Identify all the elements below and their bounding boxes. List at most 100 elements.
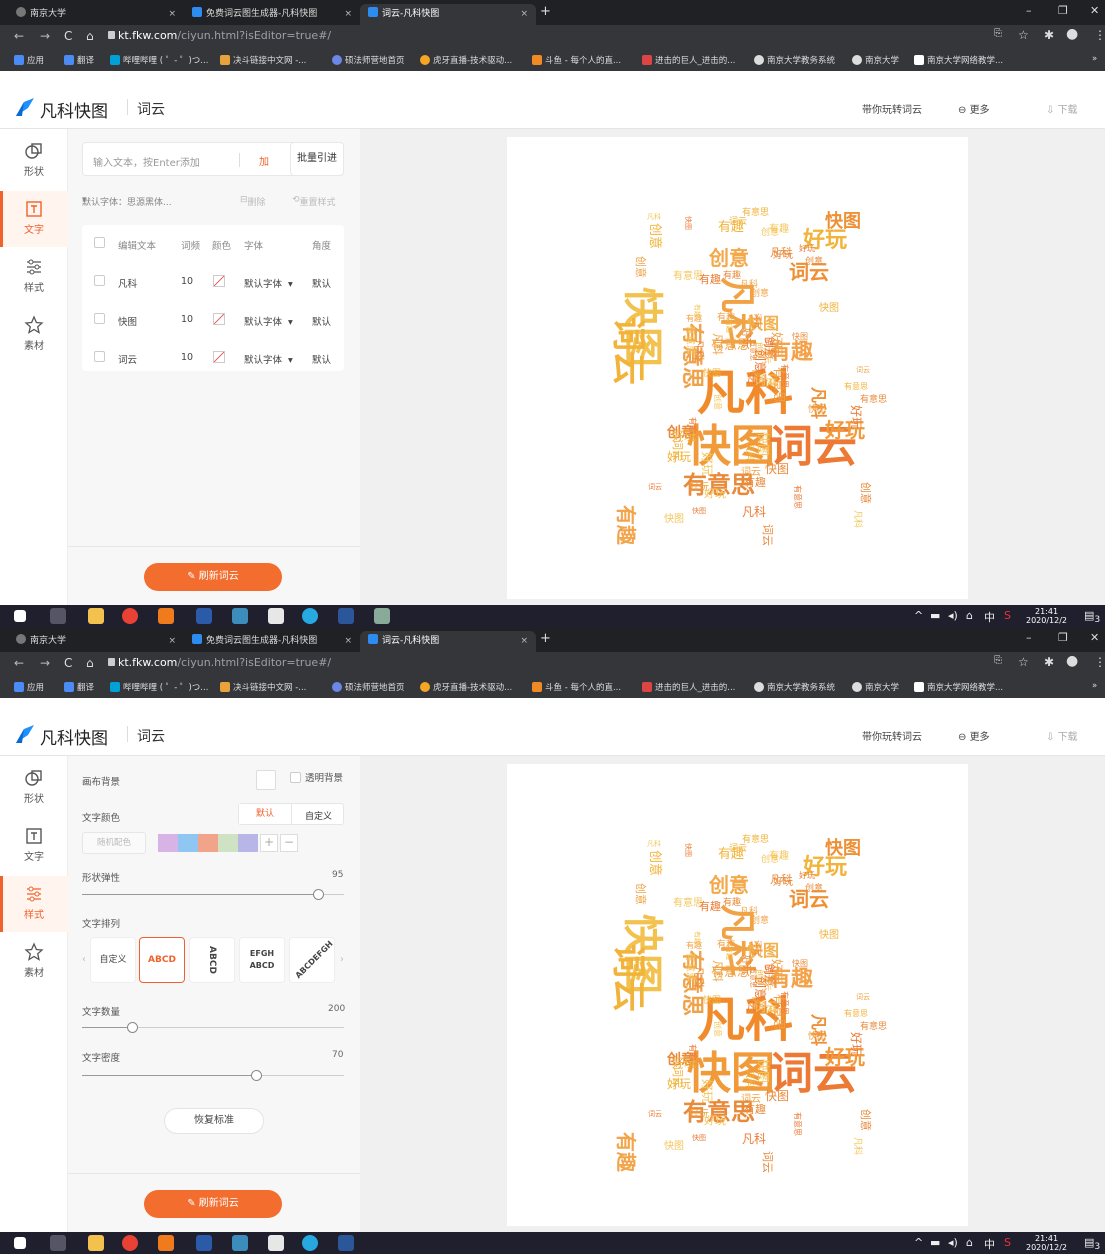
tab-wordcloud[interactable]: 词云-凡科快图 ×: [360, 4, 536, 25]
reset-style-button[interactable]: ⟲ 重置样式: [292, 195, 336, 208]
sogou-icon[interactable]: S: [1004, 1236, 1011, 1249]
profile-icon[interactable]: ●: [1066, 26, 1078, 42]
remove-color-button[interactable]: −: [280, 834, 298, 852]
transparent-bg-checkbox[interactable]: 透明背景: [290, 770, 343, 784]
bookmark-huya[interactable]: 虎牙直播-技术驱动...: [420, 681, 512, 693]
steam-icon[interactable]: [196, 1235, 212, 1251]
tray-up-icon[interactable]: ^: [914, 609, 923, 622]
bookmark-apps[interactable]: 应用: [14, 681, 44, 693]
network-icon[interactable]: ⌂: [966, 1236, 973, 1249]
url-field[interactable]: kt.fkw.com/ciyun.html?isEditor=true#/: [118, 656, 331, 669]
slider-handle[interactable]: [312, 889, 324, 900]
qq-icon[interactable]: [268, 608, 284, 624]
rail-item-text[interactable]: 文字: [0, 191, 68, 247]
arrangement-diagonal[interactable]: ABCDEFGH: [289, 937, 335, 983]
table-row[interactable]: 快图 10 默认字体 ▾ 默认: [82, 301, 344, 339]
bookmark-nju-jw[interactable]: 南京大学教务系统: [754, 54, 835, 66]
home-icon[interactable]: ⌂: [86, 656, 94, 670]
bookmark-translate[interactable]: 翻译: [64, 681, 94, 693]
restore-default-button[interactable]: 恢复标准: [164, 1108, 264, 1134]
close-window-button[interactable]: ✕: [1090, 4, 1099, 17]
app-blue-icon[interactable]: [302, 608, 318, 624]
sogou-icon[interactable]: S: [1004, 609, 1011, 622]
translate-icon[interactable]: ⎘: [994, 28, 1002, 39]
profile-icon[interactable]: ●: [1066, 653, 1078, 669]
arrangement-next-icon[interactable]: ›: [340, 954, 344, 965]
task-view-icon[interactable]: [50, 1235, 66, 1251]
color-palette[interactable]: [158, 834, 258, 852]
tab-nju[interactable]: 南京大学 ×: [8, 4, 184, 25]
bookmark-bilibili[interactable]: 哔哩哔哩 ( ゜- ゜)つ...: [110, 681, 208, 693]
chrome-icon[interactable]: [122, 608, 138, 624]
color-swatch[interactable]: [213, 351, 225, 363]
battery-icon[interactable]: ▬: [930, 1236, 940, 1249]
file-explorer-icon[interactable]: [88, 1235, 104, 1251]
bookmark-mage[interactable]: 硕法师营地首页: [332, 54, 405, 66]
windows-start-icon[interactable]: [14, 1237, 26, 1249]
clock[interactable]: 21:41 2020/12/2: [1026, 607, 1067, 625]
color-swatch[interactable]: [213, 313, 225, 325]
font-select[interactable]: 默认字体 ▾: [244, 352, 293, 366]
reload-icon[interactable]: C: [64, 656, 72, 670]
arrangement-prev-icon[interactable]: ‹: [82, 954, 86, 965]
arrangement-custom[interactable]: 自定义: [90, 937, 136, 983]
rail-item-material[interactable]: 素材: [0, 307, 68, 363]
chrome-icon[interactable]: [122, 1235, 138, 1251]
close-icon[interactable]: ×: [168, 4, 176, 25]
steam-icon[interactable]: [196, 608, 212, 624]
delete-button[interactable]: ⊟ 删除: [240, 195, 266, 208]
volume-icon[interactable]: ◂): [948, 609, 958, 622]
reload-icon[interactable]: C: [64, 29, 72, 43]
color-swatch[interactable]: [158, 834, 178, 852]
more-button[interactable]: ⊖ 更多: [958, 728, 990, 743]
refresh-wordcloud-button[interactable]: ✎ 刷新词云: [144, 563, 282, 591]
new-tab-button[interactable]: +: [540, 4, 551, 19]
close-icon[interactable]: ×: [520, 4, 528, 25]
close-icon[interactable]: ×: [168, 631, 176, 652]
guide-link[interactable]: 带你玩转词云: [862, 101, 922, 116]
bookmark-nju-jw[interactable]: 南京大学教务系统: [754, 681, 835, 693]
tray-up-icon[interactable]: ^: [914, 1236, 923, 1249]
windows-start-icon[interactable]: [14, 610, 26, 622]
download-button[interactable]: ⇩ 下载: [1046, 101, 1078, 116]
close-window-button[interactable]: ✕: [1090, 631, 1099, 644]
arrangement-vertical[interactable]: ABCD: [189, 937, 235, 983]
close-icon[interactable]: ×: [344, 4, 352, 25]
rail-item-shape[interactable]: 形状: [0, 133, 68, 189]
wordcloud-canvas[interactable]: 凡科 快图 词云 快图 词云 凡科 有意思 有趣 好玩 词云 创意 好玩 快图 有趣 创意 有意思 快图 凡科 凡科…: [507, 137, 968, 599]
slider-handle[interactable]: [126, 1022, 138, 1033]
shape-elasticity-slider[interactable]: [82, 889, 344, 900]
tab-wordcloud[interactable]: 词云-凡科快图 ×: [360, 631, 536, 652]
notification-icon[interactable]: ▤3: [1084, 609, 1100, 625]
random-color-button[interactable]: 随机配色: [82, 832, 146, 854]
row-checkbox[interactable]: [94, 351, 105, 362]
paint-icon[interactable]: [374, 608, 390, 624]
bookmark-aot[interactable]: 进击的巨人_进击的...: [642, 681, 735, 693]
extension-icon[interactable]: ✱: [1044, 655, 1054, 669]
bookmark-apps[interactable]: 应用: [14, 54, 44, 66]
row-checkbox[interactable]: [94, 313, 105, 324]
bookmark-duel[interactable]: 决斗链接中文网 -...: [220, 54, 306, 66]
url-field[interactable]: kt.fkw.com/ciyun.html?isEditor=true#/: [118, 29, 331, 42]
canvas-bg-swatch[interactable]: [256, 770, 276, 790]
color-swatch[interactable]: [238, 834, 258, 852]
bookmark-nju-net[interactable]: 南京大学网络教学...: [914, 54, 1003, 66]
color-swatch[interactable]: [198, 834, 218, 852]
color-swatch[interactable]: [218, 834, 238, 852]
word-icon[interactable]: [338, 608, 354, 624]
text-count-slider[interactable]: [82, 1022, 344, 1033]
menu-icon[interactable]: ⋮: [1094, 28, 1105, 42]
arrangement-mixed[interactable]: EFGH ABCD: [239, 937, 285, 983]
row-checkbox[interactable]: [94, 275, 105, 286]
new-tab-button[interactable]: +: [540, 631, 551, 646]
star-bookmark-icon[interactable]: ☆: [1018, 655, 1029, 669]
rail-item-style[interactable]: 样式: [0, 876, 68, 932]
bookmark-translate[interactable]: 翻译: [64, 54, 94, 66]
table-row[interactable]: 词云 10 默认字体 ▾ 默认: [82, 339, 344, 377]
bookmark-douyu[interactable]: 斗鱼 - 每个人的直...: [532, 54, 621, 66]
tab-generator[interactable]: 免费词云图生成器-凡科快图 ×: [184, 4, 360, 25]
guide-link[interactable]: 带你玩转词云: [862, 728, 922, 743]
bookmark-nju[interactable]: 南京大学: [852, 681, 899, 693]
rail-item-material[interactable]: 素材: [0, 934, 68, 990]
network-icon[interactable]: ⌂: [966, 609, 973, 622]
